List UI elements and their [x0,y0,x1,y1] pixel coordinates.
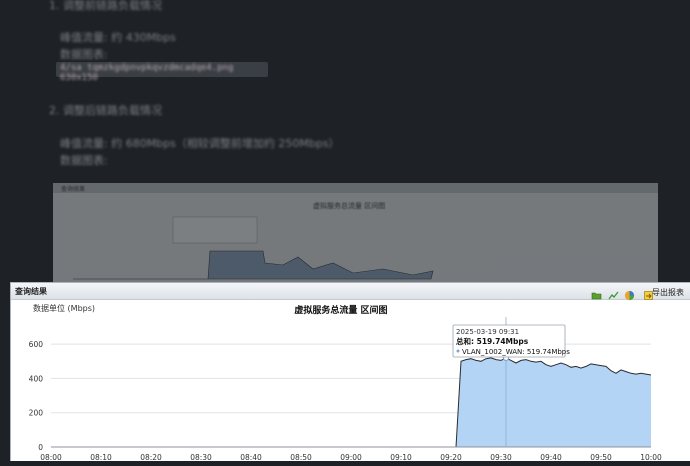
background-chart-sketch [73,216,434,280]
item1-peak-text: 峰值流量: 约 430Mbps [60,31,176,44]
pie-chart-icon[interactable] [624,286,635,301]
export-report-button[interactable]: 导出报表 [652,287,684,298]
series-layer [51,357,652,448]
chart-title: 虚拟服务总流量 区间图 [294,304,387,316]
item2-heading: 2. 调整后链路负载情况 [49,104,162,117]
tooltip-time: 2025-03-19 09:31 [456,328,519,336]
y-tick-label: 400 [29,374,44,383]
tooltip-total: 总和: 519.74Mbps [456,336,529,346]
query-result-window: 查询结果 导出报表 数据单位 (Mbps) 虚拟服务总流量 区间图 0 200 40… [10,282,690,462]
tooltip-series-value: VLAN_1002_WAN: 519.74Mbps [462,348,570,356]
item1-chart-label: 数据图表: [60,48,108,61]
tooltip-series-dot [456,349,460,353]
y-tick-label: 0 [38,443,43,452]
series-area-vlan-1002-wan [51,357,651,447]
item1-image-link[interactable]: 4/sa tqmzkgdpnvpkqvzdmcadqe4.png 630x150 [56,62,268,83]
y-tick-label: 200 [29,409,44,418]
window-title: 查询结果 [15,287,47,296]
item2-chart-label: 数据图表: [60,154,108,167]
y-axis-unit-label: 数据单位 (Mbps) [33,303,95,313]
background-chart-window: 查询结果 虚拟服务总流量 区间图 [53,183,658,283]
item1-heading: 1. 调整前链路负载情况 [49,0,162,12]
folder-icon[interactable] [591,286,602,300]
chart-area: 数据单位 (Mbps) 虚拟服务总流量 区间图 0 200 400 600 08:00 0… [11,300,690,462]
y-tick-label: 600 [29,340,44,349]
background-document: 1. 调整前链路负载情况 峰值流量: 约 430Mbps 数据图表: 4/sa … [0,0,690,283]
item2-peak-text: 峰值流量: 约 680Mbps（相较调整前增加约 250Mbps） [60,137,340,150]
window-titlebar: 查询结果 导出报表 [11,283,690,301]
line-chart-icon[interactable] [608,286,619,300]
traffic-area-chart: 数据单位 (Mbps) 虚拟服务总流量 区间图 020040060008:00 0… [29,303,662,462]
